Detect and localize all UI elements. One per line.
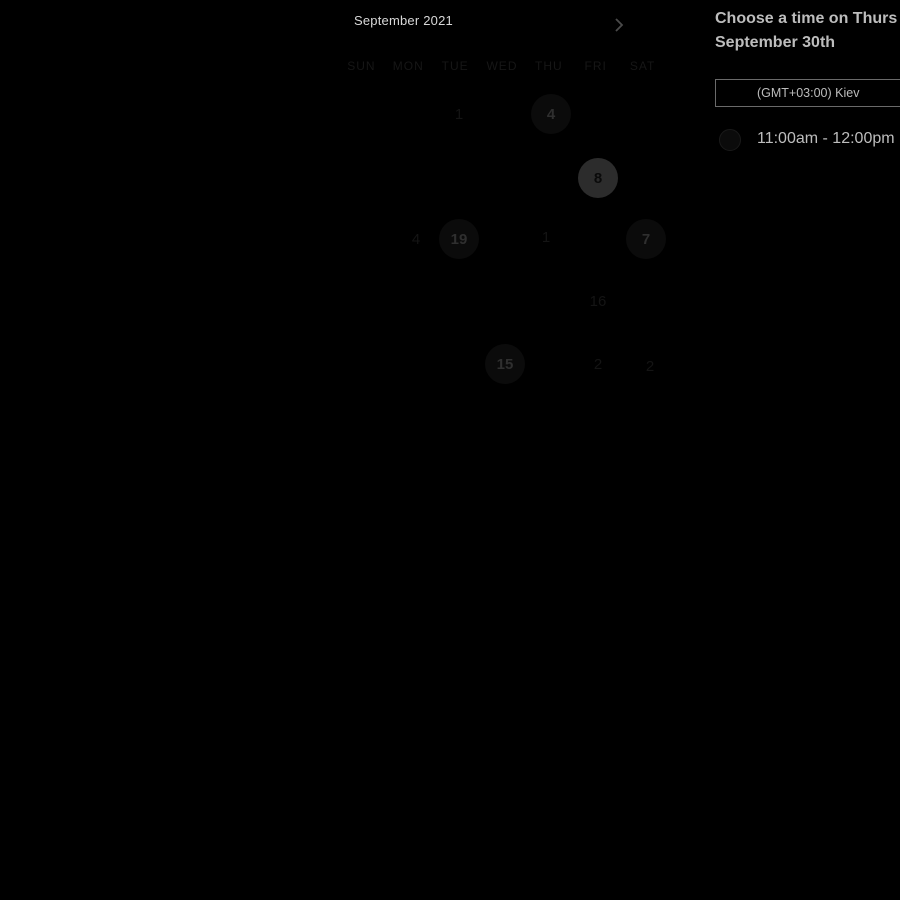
heading-line-2: September 30th	[715, 34, 836, 51]
month-title: September 2021	[354, 13, 453, 28]
time-panel-heading: Choose a time on Thurs September 30th	[715, 7, 900, 55]
calendar-day[interactable]: 1	[439, 94, 479, 134]
time-slot-label: 11:00am - 12:00pm	[757, 130, 895, 147]
weekday-fri: FRI	[584, 59, 607, 73]
calendar-day[interactable]: 19	[439, 219, 479, 259]
time-slot[interactable]: 11:00am - 12:00pm	[719, 127, 900, 153]
calendar-day[interactable]: 4	[396, 219, 436, 259]
calendar-day[interactable]: 4	[531, 94, 571, 134]
weekday-header: SUN MON TUE WED THU FRI SAT	[338, 56, 666, 76]
next-month-button[interactable]	[608, 13, 630, 37]
weekday-thu: THU	[535, 59, 563, 73]
calendar-day[interactable]: 16	[578, 281, 618, 321]
weekday-sat: SAT	[629, 59, 656, 73]
weekday-wed: WED	[486, 59, 518, 73]
calendar-day[interactable]: 2	[630, 346, 670, 386]
timezone-value: (GMT+03:00) Kiev	[757, 86, 860, 100]
calendar-day[interactable]: 15	[485, 344, 525, 384]
calendar: September 2021 SUN MON TUE WED THU FRI S…	[332, 0, 672, 420]
timezone-select[interactable]: (GMT+03:00) Kiev	[715, 79, 900, 107]
calendar-day[interactable]: 2	[578, 344, 618, 384]
time-selection-panel: Choose a time on Thurs September 30th (G…	[715, 0, 900, 180]
radio-icon[interactable]	[719, 129, 741, 151]
weekday-sun: SUN	[347, 59, 376, 73]
weekday-mon: MON	[392, 59, 424, 73]
weekday-tue: TUE	[441, 59, 469, 73]
calendar-day[interactable]: 7	[626, 219, 666, 259]
calendar-day[interactable]: 8	[578, 158, 618, 198]
chevron-right-icon	[615, 18, 624, 32]
calendar-day[interactable]: 1	[526, 217, 566, 257]
heading-line-1: Choose a time on Thurs	[715, 10, 898, 27]
